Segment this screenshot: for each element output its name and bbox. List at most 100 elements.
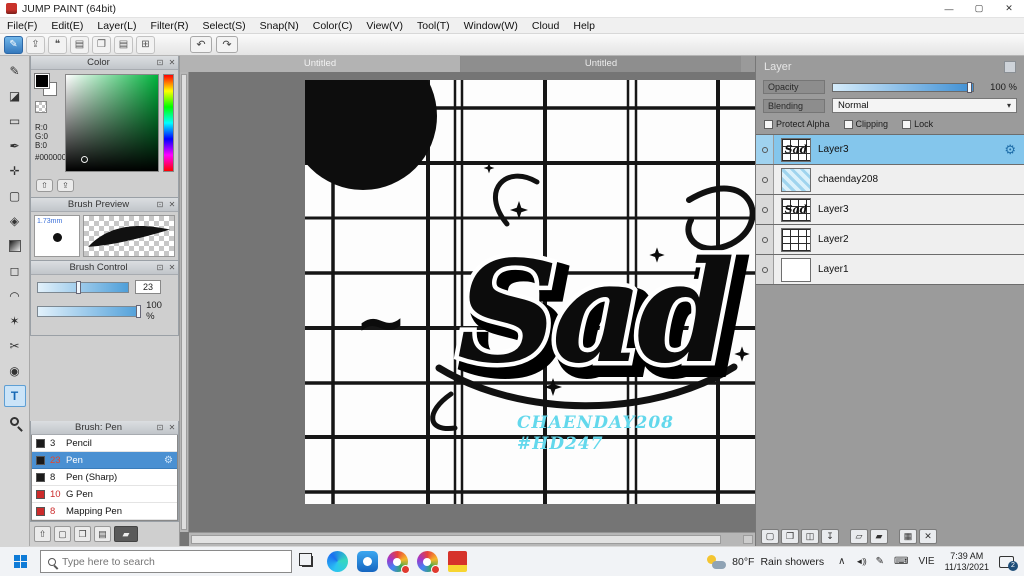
checkbox-icon[interactable] <box>764 119 773 129</box>
layer-panel-menu-button[interactable] <box>1004 61 1016 73</box>
menu-edit[interactable]: Edit(E) <box>44 20 90 32</box>
select-tool-icon[interactable]: ▢ <box>4 185 26 207</box>
menu-cloud[interactable]: Cloud <box>525 20 566 32</box>
visibility-toggle[interactable] <box>756 165 774 194</box>
popout-icon[interactable]: ⊡ <box>154 58 166 67</box>
layer-row[interactable]: Layer1 <box>756 255 1024 285</box>
checkbox-icon[interactable] <box>843 119 853 129</box>
visibility-toggle[interactable] <box>756 255 774 284</box>
layer-settings-gear-icon[interactable]: ⚙ <box>1004 142 1016 158</box>
panels-icon[interactable]: ❐ <box>92 35 111 54</box>
action-center-button[interactable]: 2 <box>999 555 1018 571</box>
blending-dropdown[interactable]: Normal ▾ <box>832 98 1017 113</box>
pen-settings-icon[interactable]: ✎ <box>876 556 884 567</box>
menu-tool[interactable]: Tool(T) <box>410 20 457 32</box>
layer-opacity-slider[interactable] <box>832 81 974 93</box>
language-indicator[interactable]: VIE <box>918 556 934 567</box>
close-button[interactable]: ✕ <box>994 0 1024 17</box>
menu-help[interactable]: Help <box>566 20 602 32</box>
menu-filter[interactable]: Filter(R) <box>144 20 196 32</box>
grid-icon[interactable]: ⊞ <box>136 35 155 54</box>
new-folder-button[interactable]: ▱ <box>850 528 868 544</box>
maximize-button[interactable]: ▢ <box>964 0 994 17</box>
delete-layer-button[interactable]: ✕ <box>919 528 937 544</box>
medibang-paint-icon[interactable]: ✎ <box>4 35 23 54</box>
swap-colors-button[interactable]: ⇧ <box>36 179 53 192</box>
lasso-tool-icon[interactable]: ◠ <box>4 285 26 307</box>
export-icon[interactable]: ⇪ <box>26 35 45 54</box>
app-button-2[interactable] <box>412 547 442 576</box>
brush-item-pen-selected[interactable]: 23 Pen ⚙ <box>32 452 177 469</box>
hue-slider[interactable] <box>163 74 174 172</box>
menu-view[interactable]: View(V) <box>359 20 410 32</box>
eyedropper-tool-icon[interactable]: ◉ <box>4 360 26 382</box>
transparent-swatch[interactable] <box>35 101 47 113</box>
folder-options-button[interactable]: ▰ <box>870 528 888 544</box>
checkbox-icon[interactable] <box>902 119 912 129</box>
menu-file[interactable]: File(F) <box>0 20 44 32</box>
brush-settings-gear-icon[interactable]: ⚙ <box>164 455 173 466</box>
layer-row[interactable]: Layer2 <box>756 225 1024 255</box>
minimize-button[interactable]: — <box>934 0 964 17</box>
material-icon[interactable]: ▤ <box>114 35 133 54</box>
zoom-tool-icon[interactable] <box>4 410 26 432</box>
knife-tool-icon[interactable]: ✂ <box>4 335 26 357</box>
gradient-tool-icon[interactable] <box>4 235 26 257</box>
menu-window[interactable]: Window(W) <box>457 20 525 32</box>
new-layer-button[interactable]: ▢ <box>761 528 779 544</box>
menu-snap[interactable]: Snap(N) <box>253 20 306 32</box>
shape-tool-icon[interactable]: ▭ <box>4 110 26 132</box>
color-cursor[interactable] <box>80 156 88 164</box>
clock[interactable]: 7:39 AM 11/13/2021 <box>945 551 989 572</box>
magic-wand-tool-icon[interactable]: ✶ <box>4 310 26 332</box>
close-panel-icon[interactable]: ✕ <box>166 423 178 432</box>
app-button-1[interactable] <box>382 547 412 576</box>
duplicate-layer-button[interactable]: ❐ <box>781 528 799 544</box>
layer-row[interactable]: chaenday208 <box>756 165 1024 195</box>
nib-tool-icon[interactable]: ✒ <box>4 135 26 157</box>
brush-item-g-pen[interactable]: 10 G Pen <box>32 486 177 503</box>
brush-folder-button[interactable]: ▰ <box>114 526 138 542</box>
saturation-value-picker[interactable] <box>65 74 159 172</box>
weather-widget[interactable]: 80°F Rain showers <box>696 554 834 570</box>
popout-icon[interactable]: ⊡ <box>154 200 166 209</box>
close-panel-icon[interactable]: ✕ <box>166 200 178 209</box>
visibility-toggle[interactable] <box>756 225 774 254</box>
brush-item-mapping-pen[interactable]: 8 Mapping Pen <box>32 503 177 520</box>
scrollbar-thumb[interactable] <box>191 535 721 544</box>
pen-tool-icon[interactable]: ✎ <box>4 60 26 82</box>
marquee-tool-icon[interactable]: ◻ <box>4 260 26 282</box>
lock-checkbox[interactable]: Lock <box>902 119 933 129</box>
popout-icon[interactable]: ⊡ <box>154 423 166 432</box>
tab-untitled-2-active[interactable]: Untitled <box>461 56 741 72</box>
start-button[interactable] <box>0 547 40 576</box>
camera-app-button[interactable] <box>352 547 382 576</box>
menu-layer[interactable]: Layer(L) <box>90 20 143 32</box>
edge-browser-button[interactable] <box>322 547 352 576</box>
move-tool-icon[interactable]: ✛ <box>4 160 26 182</box>
copy-layer-button[interactable]: ◫ <box>801 528 819 544</box>
fg-bg-swatch[interactable] <box>34 73 59 98</box>
touch-keyboard-icon[interactable]: ⌨ <box>894 556 908 567</box>
fill-tool-icon[interactable]: ◈ <box>4 210 26 232</box>
redo-button[interactable]: ↷ <box>216 36 238 53</box>
layer-row-selected[interactable]: Sad Layer3 ⚙ <box>756 135 1024 165</box>
brush-up-button[interactable]: ⇧ <box>34 526 51 542</box>
task-view-button[interactable] <box>292 547 322 576</box>
slider-thumb[interactable] <box>967 81 972 93</box>
brush-size-slider[interactable] <box>37 280 129 294</box>
eraser-tool-icon[interactable]: ◪ <box>4 85 26 107</box>
brush-settings-button[interactable]: ▤ <box>94 526 111 542</box>
visibility-toggle[interactable] <box>756 195 774 224</box>
comment-icon[interactable]: ❝ <box>48 35 67 54</box>
document-icon[interactable]: ▤ <box>70 35 89 54</box>
scrollbar-thumb[interactable] <box>181 74 187 530</box>
slider-thumb[interactable] <box>75 280 81 294</box>
menu-select[interactable]: Select(S) <box>195 20 252 32</box>
close-panel-icon[interactable]: ✕ <box>166 263 178 272</box>
foreground-color-swatch[interactable] <box>34 73 50 89</box>
brush-item-pencil[interactable]: 3 Pencil <box>32 435 177 452</box>
show-hidden-icons-button[interactable]: ∧ <box>838 556 845 567</box>
taskbar-search[interactable] <box>40 550 292 573</box>
protect-alpha-checkbox[interactable]: Protect Alpha <box>764 119 830 129</box>
